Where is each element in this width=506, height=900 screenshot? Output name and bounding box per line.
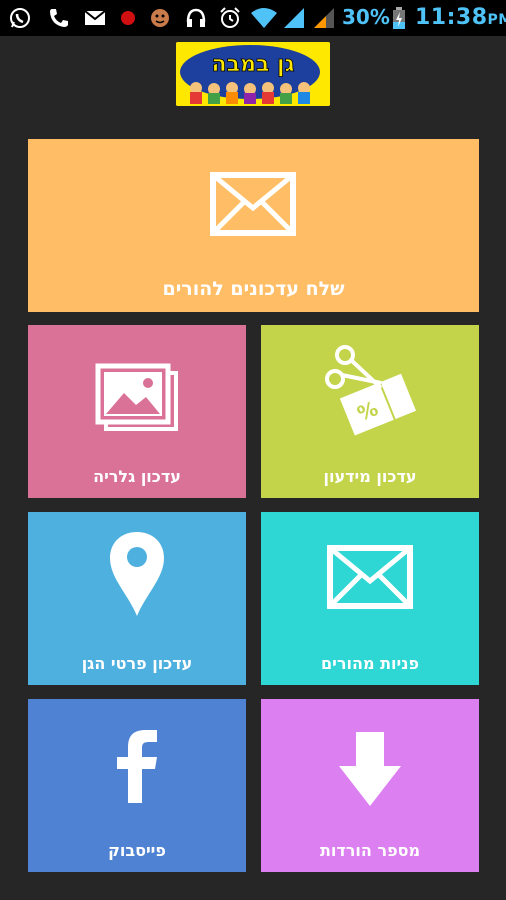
facebook-tile[interactable]: פייסבוק [28, 699, 246, 872]
scissors-coupon-icon: % [325, 345, 417, 436]
battery-charging-icon [393, 7, 405, 29]
downloads-count-label: מספר הורדות [319, 841, 421, 860]
mail-icon [327, 545, 413, 609]
status-bar: 30% 11:38PM [0, 0, 506, 36]
location-pin-icon [110, 532, 164, 616]
whatsapp-icon [10, 8, 30, 28]
clock-ampm: PM [487, 12, 506, 28]
kindergarten-details-tile[interactable]: עדכון פרטי הגן [28, 512, 246, 685]
signal-strength-icon [284, 8, 304, 28]
downloads-count-tile[interactable]: מספר הורדות [261, 699, 479, 872]
logo-image: גן במבה [176, 42, 330, 106]
gallery-icon [95, 363, 178, 431]
facebook-label: פייסבוק [108, 841, 166, 860]
gmail-icon [84, 10, 106, 25]
mail-icon [210, 172, 296, 236]
download-arrow-icon [339, 732, 401, 806]
facebook-icon [117, 730, 157, 803]
headphones-icon [186, 8, 206, 27]
send-updates-label: שלח עדכונים להורים [162, 278, 345, 300]
gallery-update-tile[interactable]: עדכון גלריה [28, 325, 246, 498]
alarm-icon [220, 7, 240, 28]
send-updates-to-parents-tile[interactable]: שלח עדכונים להורים [28, 139, 479, 312]
kindergarten-details-label: עדכון פרטי הגן [81, 654, 193, 673]
info-update-tile[interactable]: % עדכון מידעון [261, 325, 479, 498]
info-update-label: עדכון מידעון [323, 467, 417, 486]
app-face-icon [151, 9, 169, 27]
signal-strength-low-icon [314, 8, 334, 28]
app-logo: גן במבה [176, 42, 330, 106]
clock: 11:38PM [415, 5, 506, 30]
wifi-icon [251, 8, 277, 28]
parents-inquiries-tile[interactable]: פניות מהורים [261, 512, 479, 685]
parents-inquiries-label: פניות מהורים [320, 654, 420, 673]
clock-time: 11:38 [415, 5, 488, 30]
battery-percent: 30% [342, 5, 390, 29]
phone-call-icon [50, 9, 68, 27]
gallery-update-label: עדכון גלריה [93, 467, 181, 486]
logo-text: גן במבה [212, 52, 295, 77]
record-icon [121, 11, 135, 25]
